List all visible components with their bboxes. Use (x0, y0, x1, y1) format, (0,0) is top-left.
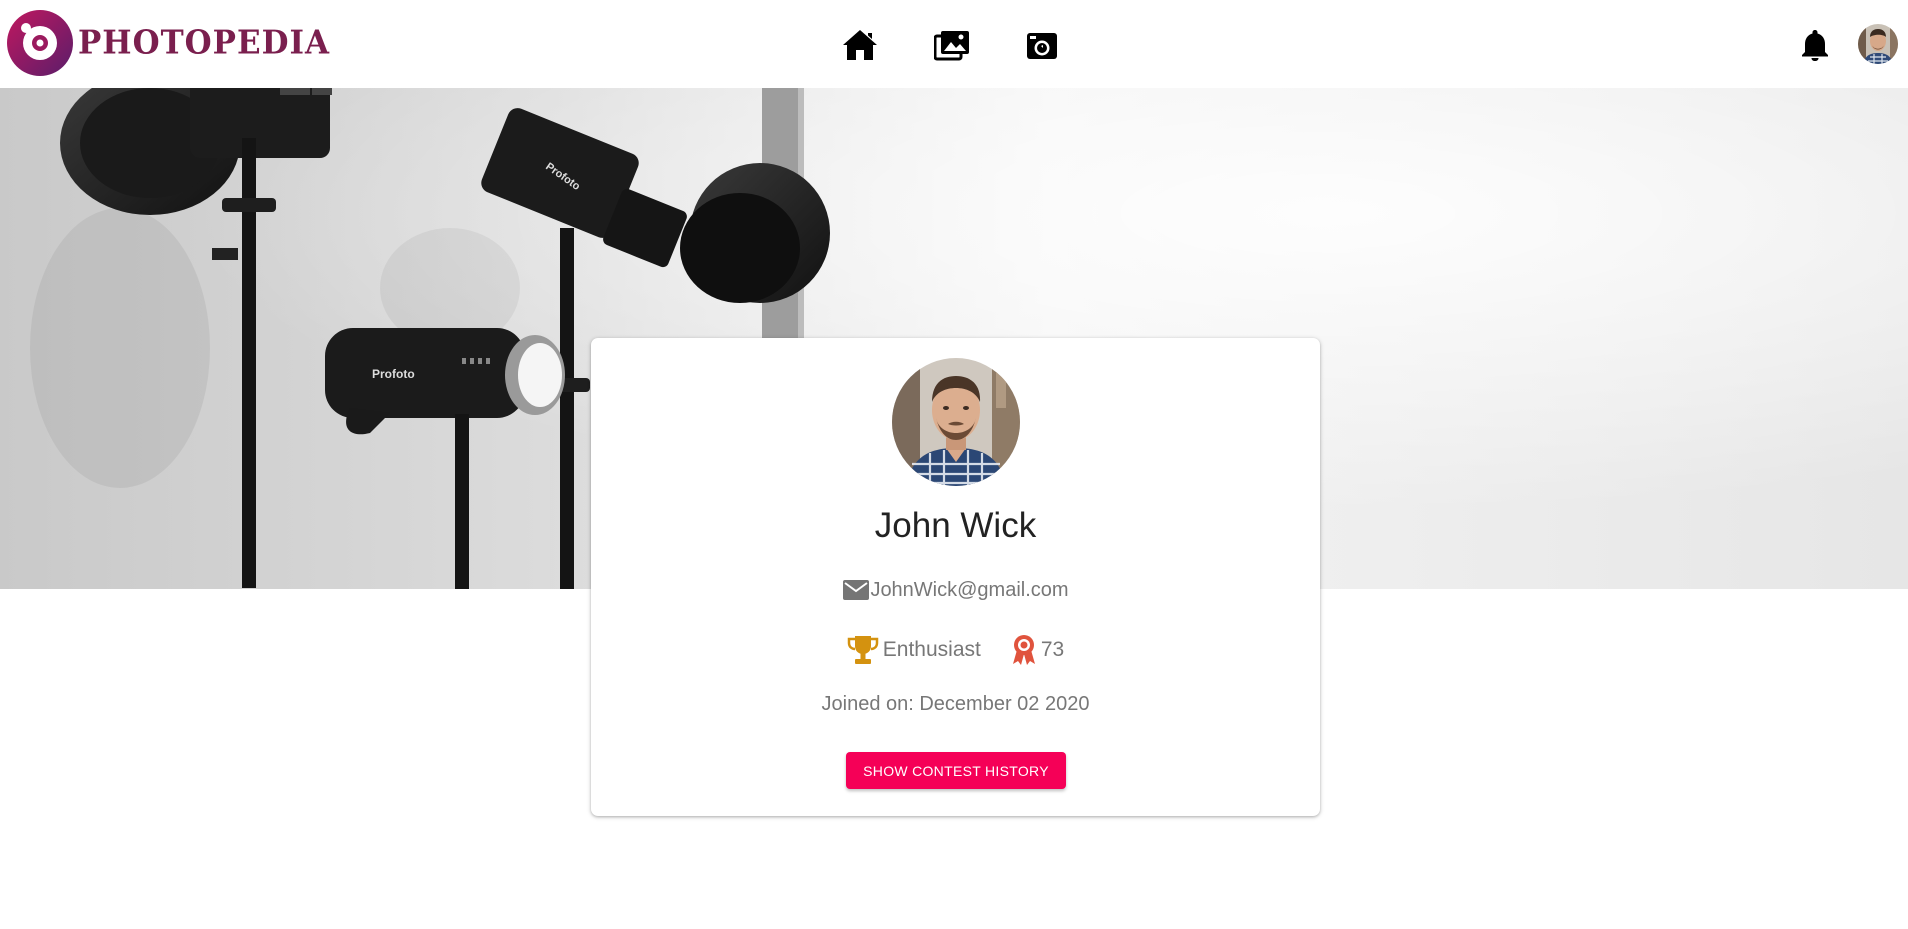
user-avatar (1858, 24, 1898, 64)
banner-brand-label: Profoto (372, 367, 415, 381)
bell-icon (1802, 30, 1828, 61)
top-navigation-bar: PHOTOPEDIA (0, 0, 1908, 88)
photo-library-icon (934, 31, 969, 61)
level-value: Enthusiast (882, 638, 981, 661)
profile-photo (892, 358, 1020, 486)
profile-avatar (892, 358, 1020, 486)
notifications-button[interactable] (1798, 28, 1832, 62)
profile-email: JohnWick@gmail.com (870, 578, 1069, 601)
points-stat: 73 (1011, 634, 1064, 666)
brand-name: PHOTOPEDIA (78, 24, 331, 62)
brand-logo[interactable]: PHOTOPEDIA (6, 9, 330, 77)
mail-icon (843, 580, 870, 600)
profile-card: John Wick JohnWick@gmail.com Enthusiast (591, 338, 1320, 816)
main-nav (840, 26, 1062, 64)
nav-gallery-button[interactable] (932, 26, 972, 64)
user-avatar-button[interactable] (1858, 24, 1898, 64)
trophy-icon (847, 636, 879, 664)
home-icon (843, 30, 877, 60)
level-stat: Enthusiast (847, 634, 981, 666)
profile-name: John Wick (874, 506, 1037, 545)
profile-email-row: JohnWick@gmail.com (591, 578, 1320, 602)
profile-stats: Enthusiast 73 (591, 634, 1320, 666)
nav-contest-button[interactable] (1022, 26, 1062, 64)
profile-page: PHOTOPEDIA Profoto Profoto John Wick Joh… (0, 0, 1908, 929)
joined-date: Joined on: December 02 2020 (821, 693, 1090, 715)
camera-contest-icon (1027, 33, 1057, 59)
award-ribbon-icon (1012, 635, 1035, 665)
points-value: 73 (1040, 638, 1065, 661)
show-contest-history-button[interactable]: SHOW CONTEST HISTORY (846, 752, 1066, 789)
nav-home-button[interactable] (840, 26, 880, 64)
camera-lens-logo-icon (7, 10, 73, 76)
